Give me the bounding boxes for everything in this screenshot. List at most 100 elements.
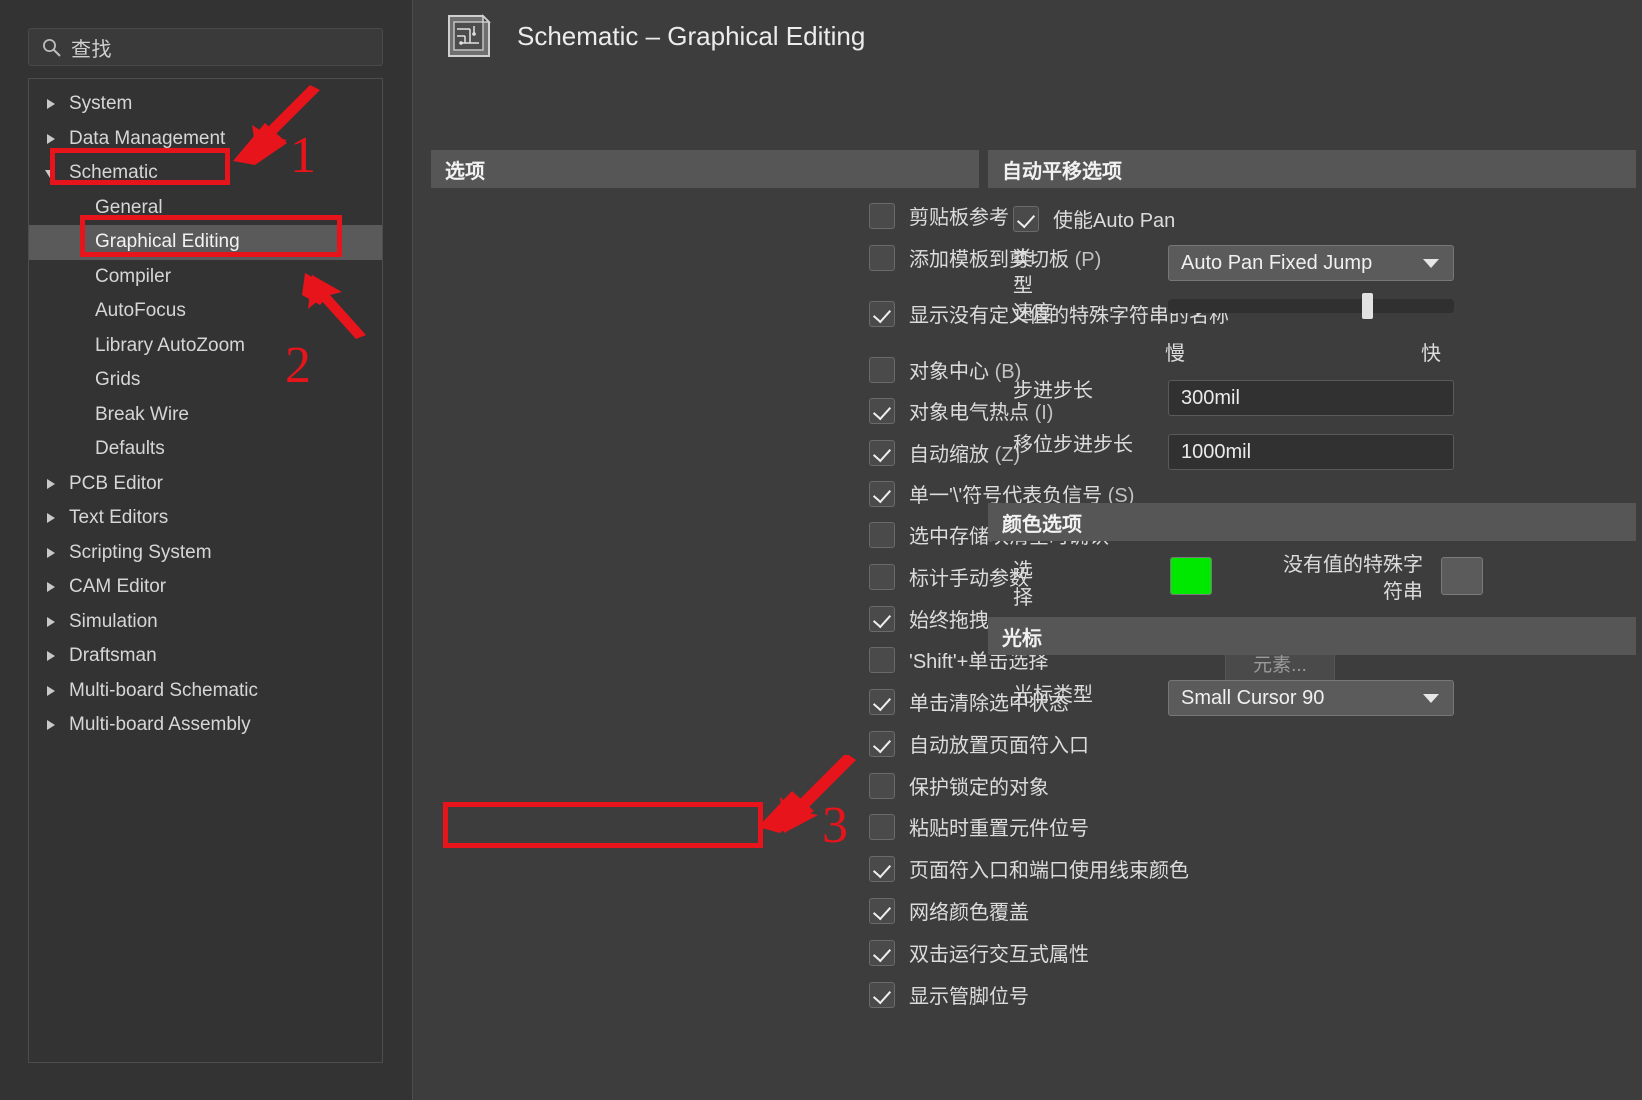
sidebar-item-label: Grids: [95, 369, 141, 391]
autopan-section-header: 自动平移选项: [988, 150, 1636, 188]
option-checkbox[interactable]: [869, 563, 895, 590]
option-checkbox[interactable]: [869, 813, 895, 840]
option-label: 显示管脚位号: [909, 980, 1029, 1009]
option-checkbox[interactable]: [869, 646, 895, 673]
sidebar-item-defaults[interactable]: Defaults: [29, 432, 382, 467]
sidebar-item-cam-editor[interactable]: CAM Editor: [29, 570, 382, 605]
option-row[interactable]: 标计手动参数: [869, 562, 1029, 591]
options-section-header: 选项: [431, 150, 979, 188]
option-row[interactable]: 始终拖拽: [869, 604, 989, 633]
sidebar-item-draftsman[interactable]: Draftsman: [29, 639, 382, 674]
option-label: 自动放置页面符入口: [909, 729, 1089, 758]
autopan-step-input[interactable]: 300mil: [1168, 380, 1454, 416]
chevron-right-icon[interactable]: [43, 95, 61, 113]
sidebar-item-system[interactable]: System: [29, 87, 382, 122]
option-checkbox[interactable]: [869, 897, 895, 924]
sidebar-item-autofocus[interactable]: AutoFocus: [29, 294, 382, 329]
autopan-shift-step-input[interactable]: 1000mil: [1168, 434, 1454, 470]
option-checkbox[interactable]: [869, 981, 895, 1008]
option-checkbox[interactable]: [869, 730, 895, 757]
option-row[interactable]: 自动缩放 (Z): [869, 438, 1020, 467]
settings-tree[interactable]: System Data Management Schematic General Gra…: [28, 78, 383, 1063]
search-icon: [41, 37, 61, 57]
sidebar-item-multi-board-schematic[interactable]: Multi-board Schematic: [29, 674, 382, 709]
option-checkbox[interactable]: [869, 772, 895, 799]
autopan-enable-checkbox[interactable]: [1013, 205, 1039, 232]
chevron-right-icon[interactable]: [43, 716, 61, 734]
option-label: 保护锁定的对象: [909, 771, 1049, 800]
option-checkbox[interactable]: [869, 397, 895, 424]
sidebar-item-schematic[interactable]: Schematic: [29, 156, 382, 191]
chevron-down-icon: [1423, 259, 1439, 268]
autopan-speed-thumb[interactable]: [1362, 293, 1373, 319]
option-checkbox[interactable]: [869, 939, 895, 966]
autopan-enable-row[interactable]: 使能Auto Pan: [1013, 204, 1175, 233]
sidebar-item-compiler[interactable]: Compiler: [29, 260, 382, 295]
chevron-right-icon[interactable]: [43, 130, 61, 148]
option-label: 网络颜色覆盖: [909, 896, 1029, 925]
option-row[interactable]: 添加模板到剪切板 (P): [869, 243, 1101, 272]
autopan-type-value: Auto Pan Fixed Jump: [1181, 251, 1373, 274]
sidebar-item-general[interactable]: General: [29, 191, 382, 226]
cursor-type-select[interactable]: Small Cursor 90: [1168, 680, 1454, 716]
sidebar-item-label: Scripting System: [69, 541, 212, 563]
chevron-down-icon[interactable]: [43, 164, 61, 182]
chevron-right-icon[interactable]: [43, 475, 61, 493]
option-label-text: 页面符入口和端口使用线束颜色: [909, 860, 1189, 882]
option-label-text: 双击运行交互式属性: [909, 944, 1089, 966]
option-label-text: 添加模板到剪切板: [909, 249, 1075, 271]
autopan-speed-slider[interactable]: [1168, 293, 1454, 319]
option-row[interactable]: 自动放置页面符入口: [869, 729, 1089, 758]
sidebar-item-multi-board-assembly[interactable]: Multi-board Assembly: [29, 708, 382, 743]
chevron-right-icon[interactable]: [43, 647, 61, 665]
option-checkbox[interactable]: [869, 855, 895, 882]
cursor-section-header: 光标: [988, 617, 1636, 655]
option-checkbox[interactable]: [869, 605, 895, 632]
option-row[interactable]: 粘贴时重置元件位号: [869, 812, 1089, 841]
option-checkbox[interactable]: [869, 356, 895, 383]
option-row[interactable]: 保护锁定的对象: [869, 771, 1049, 800]
option-label-text: 保护锁定的对象: [909, 777, 1049, 799]
sidebar-item-label: Text Editors: [69, 507, 169, 529]
preferences-dialog: 查找 System Data Management Schematic General…: [0, 0, 1642, 1100]
option-row[interactable]: 双击运行交互式属性: [869, 938, 1089, 967]
sidebar-item-graphical-editing[interactable]: Graphical Editing: [29, 225, 382, 260]
novalue-string-color-label: 没有值的特殊字 符串: [1283, 554, 1423, 603]
option-checkbox[interactable]: [869, 521, 895, 548]
sidebar-item-grids[interactable]: Grids: [29, 363, 382, 398]
option-label: 对象中心 (B): [909, 355, 1021, 384]
option-checkbox[interactable]: [869, 688, 895, 715]
sidebar-item-pcb-editor[interactable]: PCB Editor: [29, 467, 382, 502]
option-checkbox[interactable]: [869, 300, 895, 327]
option-row[interactable]: 网络颜色覆盖: [869, 896, 1029, 925]
sidebar-item-label: Graphical Editing: [95, 231, 240, 253]
chevron-right-icon[interactable]: [43, 682, 61, 700]
option-row[interactable]: 显示管脚位号: [869, 980, 1029, 1009]
chevron-right-icon[interactable]: [43, 613, 61, 631]
option-checkbox[interactable]: [869, 480, 895, 507]
cursor-section-title: 光标: [1002, 627, 1042, 650]
sidebar-item-break-wire[interactable]: Break Wire: [29, 398, 382, 433]
option-checkbox[interactable]: [869, 244, 895, 271]
option-checkbox[interactable]: [869, 439, 895, 466]
search-input[interactable]: 查找: [28, 28, 383, 66]
option-label-text: 粘贴时重置元件位号: [909, 818, 1089, 840]
sidebar-item-scripting-system[interactable]: Scripting System: [29, 536, 382, 571]
sidebar-item-library-autozoom[interactable]: Library AutoZoom: [29, 329, 382, 364]
option-row[interactable]: 对象中心 (B): [869, 355, 1021, 384]
option-row[interactable]: 页面符入口和端口使用线束颜色: [869, 854, 1189, 883]
sidebar: 查找 System Data Management Schematic General…: [0, 0, 412, 1100]
option-checkbox[interactable]: [869, 202, 895, 229]
chevron-right-icon[interactable]: [43, 544, 61, 562]
chevron-right-icon[interactable]: [43, 509, 61, 527]
option-label: 双击运行交互式属性: [909, 938, 1089, 967]
sidebar-item-label: CAM Editor: [69, 576, 167, 598]
novalue-color-swatch[interactable]: [1441, 557, 1483, 595]
sidebar-item-data-management[interactable]: Data Management: [29, 122, 382, 157]
sidebar-item-label: Break Wire: [95, 403, 189, 425]
sidebar-item-text-editors[interactable]: Text Editors: [29, 501, 382, 536]
sidebar-item-simulation[interactable]: Simulation: [29, 605, 382, 640]
selection-color-swatch[interactable]: [1170, 557, 1212, 595]
autopan-type-select[interactable]: Auto Pan Fixed Jump: [1168, 245, 1454, 281]
chevron-right-icon[interactable]: [43, 578, 61, 596]
